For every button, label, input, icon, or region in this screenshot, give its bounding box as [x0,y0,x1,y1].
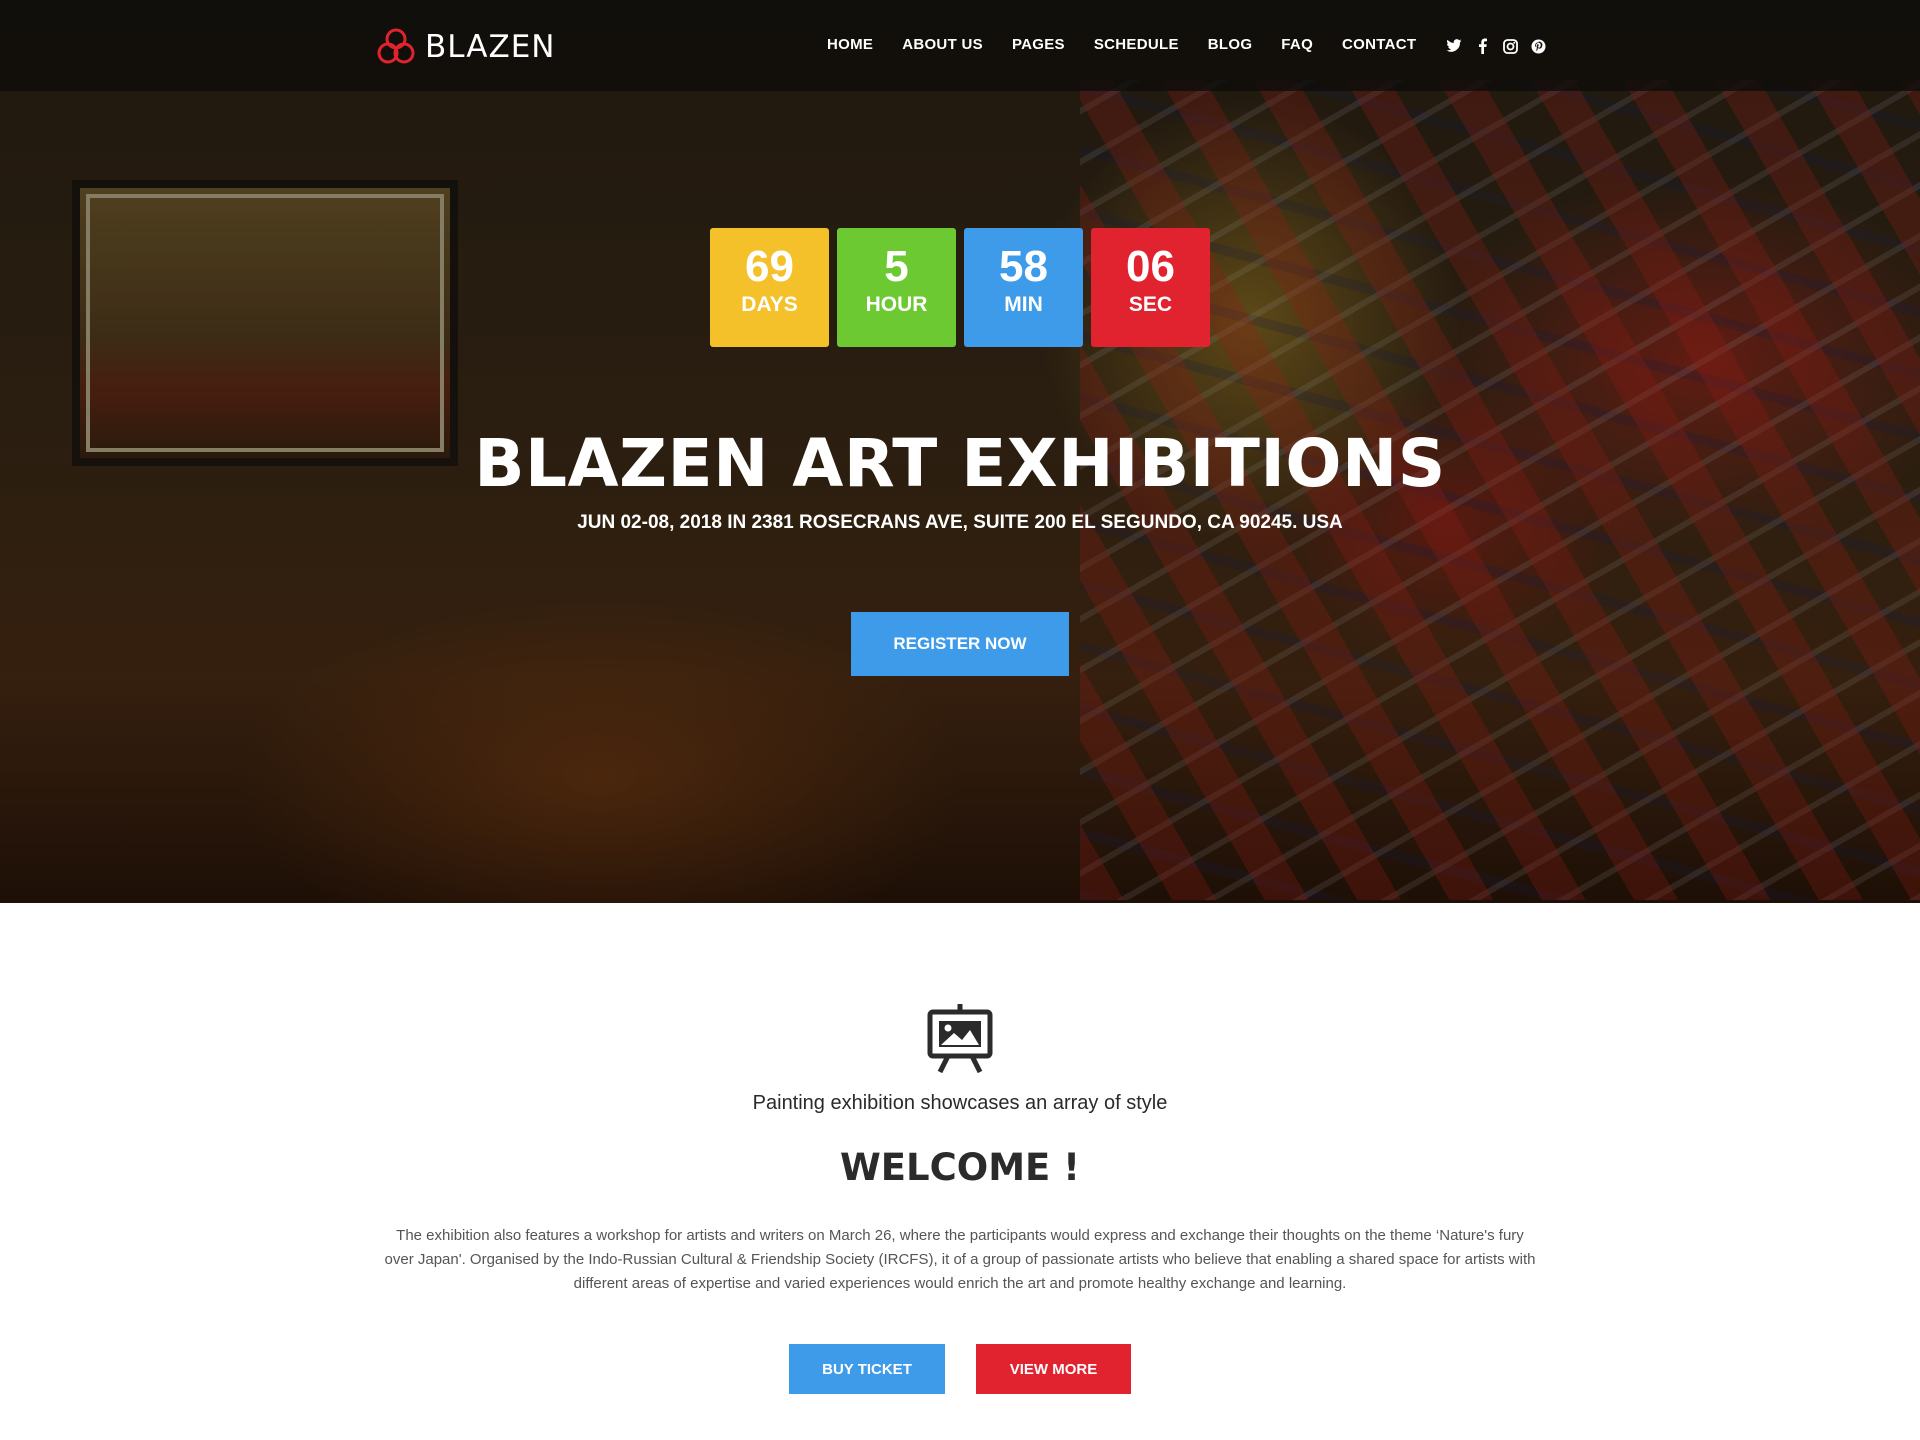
brand-name: BLAZEN [425,29,556,65]
facebook-icon[interactable] [1472,36,1492,56]
countdown-minutes-label: MIN [1004,293,1043,316]
welcome-description: The exhibition also features a workshop … [384,1227,1536,1292]
twitter-icon[interactable] [1444,36,1464,56]
top-navbar: BLAZEN HOME ABOUT US PAGES SCHEDULE BLOG… [0,0,1920,91]
nav-schedule[interactable]: SCHEDULE [1094,36,1179,53]
countdown-days-label: DAYS [741,293,798,316]
buy-ticket-button[interactable]: BUY TICKET [789,1344,945,1394]
main-nav: HOME ABOUT US PAGES SCHEDULE BLOG FAQ CO… [827,36,1445,53]
social-links [1444,36,1556,56]
countdown-days: 69 DAYS [710,228,829,347]
brand-logo[interactable]: BLAZEN [373,24,555,70]
countdown-days-value: 69 [745,242,794,291]
countdown-hours: 5 HOUR [837,228,956,347]
pinterest-icon[interactable] [1528,36,1548,56]
countdown-timer: 69 DAYS 5 HOUR 58 MIN 06 SEC [710,228,1218,347]
register-now-button[interactable]: REGISTER NOW [851,612,1069,676]
easel-picture-icon [927,1004,993,1074]
nav-pages[interactable]: PAGES [1012,36,1065,53]
countdown-seconds-label: SEC [1128,293,1173,316]
countdown-seconds: 06 SEC [1091,228,1210,347]
countdown-seconds-value: 06 [1126,242,1175,291]
nav-faq[interactable]: FAQ [1281,36,1313,53]
nav-about-us[interactable]: ABOUT US [902,36,983,53]
nav-blog[interactable]: BLOG [1208,36,1253,53]
countdown-hours-label: HOUR [865,293,928,316]
hero-title: BLAZEN ART EXHIBITIONS [474,425,1446,502]
instagram-icon[interactable] [1500,36,1520,56]
welcome-title: WELCOME ! [839,1146,1081,1189]
view-more-button[interactable]: VIEW MORE [976,1344,1131,1394]
hero-event-details: JUN 02-08, 2018 IN 2381 ROSECRANS AVE, S… [577,512,1343,533]
countdown-minutes: 58 MIN [964,228,1083,347]
nav-contact[interactable]: CONTACT [1342,36,1416,53]
welcome-tagline: Painting exhibition showcases an array o… [752,1092,1168,1114]
hero-section: BLAZEN HOME ABOUT US PAGES SCHEDULE BLOG… [0,0,1920,903]
countdown-minutes-value: 58 [999,242,1048,291]
countdown-hours-value: 5 [884,242,909,291]
nav-home[interactable]: HOME [827,36,873,53]
logo-knot-icon [377,28,415,64]
